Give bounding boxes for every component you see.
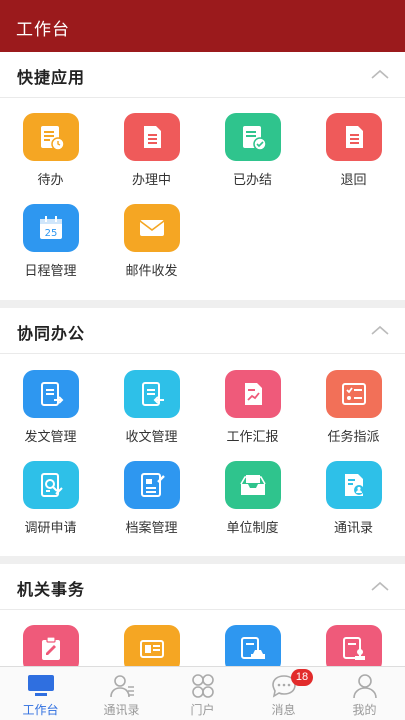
research-apply-icon [22, 461, 79, 509]
contacts-icon [109, 675, 134, 698]
section-title: 协同办公 [17, 326, 86, 343]
app-tile-research-apply[interactable]: 调研申请 [0, 461, 101, 552]
page-title: 工作台 [16, 20, 70, 39]
archive-icon [123, 461, 180, 509]
app-tile-todo[interactable]: 待办 [0, 113, 101, 204]
app-label: 办理中 [131, 172, 171, 187]
app-tile-work-report[interactable]: 工作汇报 [202, 370, 303, 461]
section-title: 快捷应用 [17, 70, 86, 87]
app-label: 已办结 [232, 172, 272, 187]
app-tile-returned[interactable]: 退回 [303, 113, 404, 204]
edit-form-icon [22, 625, 79, 666]
in-progress-doc-icon [123, 113, 180, 161]
tab-label: 门户 [190, 703, 215, 717]
app-label: 退回 [340, 172, 367, 187]
section-header: 协同办公 [0, 308, 405, 354]
chevron-up-icon[interactable] [371, 68, 389, 80]
app-label: 档案管理 [125, 520, 178, 535]
tab-profile[interactable]: 我的 [324, 667, 405, 720]
work-report-icon [224, 370, 281, 418]
calendar-icon: 25 [22, 204, 79, 252]
app-tile-edit-form[interactable] [0, 625, 101, 666]
app-label: 邮件收发 [125, 263, 178, 278]
app-tile-mail[interactable]: 邮件收发 [101, 204, 202, 295]
app-tile-completed[interactable]: 已办结 [202, 113, 303, 204]
app-label: 收文管理 [125, 429, 178, 444]
workbench-icon [27, 675, 54, 696]
id-card-icon [123, 625, 180, 666]
app-label: 待办 [37, 172, 64, 187]
app-label: 工作汇报 [226, 429, 279, 444]
app-tile-send-doc[interactable]: 发文管理 [0, 370, 101, 461]
tab-label: 消息 [271, 703, 296, 717]
app-label: 通讯录 [333, 520, 373, 535]
app-label: 调研申请 [24, 520, 77, 535]
unread-badge: 18 [291, 669, 313, 686]
app-header: 工作台 [0, 0, 405, 52]
app-label: 日程管理 [24, 263, 77, 278]
app-tile-seal[interactable] [303, 625, 404, 666]
app-tile-vehicle[interactable] [202, 625, 303, 666]
chevron-up-icon[interactable] [371, 324, 389, 336]
returned-doc-icon [325, 113, 382, 161]
section-divider [0, 300, 405, 308]
calendar-day: 25 [44, 228, 57, 239]
inbox-tray-icon [224, 461, 281, 509]
tab-portal[interactable]: 门户 [162, 667, 243, 720]
section-collaboration: 协同办公 发文管理 收文管理 工作汇报 任务指派 调研申请 档案管理 单位制度 … [0, 308, 405, 556]
bottom-tab-bar: 工作台 通讯录 门户 18 消息 我的 [0, 666, 405, 720]
app-tile-task-assign[interactable]: 任务指派 [303, 370, 404, 461]
send-doc-icon [22, 370, 79, 418]
task-assign-icon [325, 370, 382, 418]
section-header: 快捷应用 [0, 52, 405, 98]
portal-icon [191, 674, 214, 698]
content-scroll[interactable]: 快捷应用 待办 办理中 已办结 退回 25 日程管理 邮件收发 协同办公 发文管… [0, 52, 405, 666]
section-divider [0, 556, 405, 564]
completed-doc-icon [224, 113, 281, 161]
tab-messages[interactable]: 18 消息 [243, 667, 324, 720]
receive-doc-icon [123, 370, 180, 418]
app-tile-institution[interactable]: 单位制度 [202, 461, 303, 552]
app-tile-receive-doc[interactable]: 收文管理 [101, 370, 202, 461]
tab-label: 通讯录 [103, 703, 140, 717]
app-tile-calendar[interactable]: 25 日程管理 [0, 204, 101, 295]
section-quick-apps: 快捷应用 待办 办理中 已办结 退回 25 日程管理 邮件收发 [0, 52, 405, 300]
app-label: 单位制度 [226, 520, 279, 535]
mail-icon [123, 204, 180, 252]
section-office-affairs: 机关事务 [0, 564, 405, 666]
tab-workbench[interactable]: 工作台 [0, 667, 81, 720]
section-header: 机关事务 [0, 564, 405, 610]
app-tile-in-progress[interactable]: 办理中 [101, 113, 202, 204]
todo-icon [22, 113, 79, 161]
app-label: 发文管理 [24, 429, 77, 444]
seal-doc-icon [325, 625, 382, 666]
section-title: 机关事务 [17, 582, 86, 599]
app-tile-id-card[interactable] [101, 625, 202, 666]
tab-label: 我的 [352, 703, 377, 717]
chevron-up-icon[interactable] [371, 580, 389, 592]
tab-contacts[interactable]: 通讯录 [81, 667, 162, 720]
app-tile-archive[interactable]: 档案管理 [101, 461, 202, 552]
contacts-card-icon [325, 461, 382, 509]
profile-icon [352, 674, 377, 699]
tab-label: 工作台 [22, 703, 59, 717]
app-tile-contacts[interactable]: 通讯录 [303, 461, 404, 552]
app-label: 任务指派 [327, 429, 380, 444]
vehicle-doc-icon [224, 625, 281, 666]
